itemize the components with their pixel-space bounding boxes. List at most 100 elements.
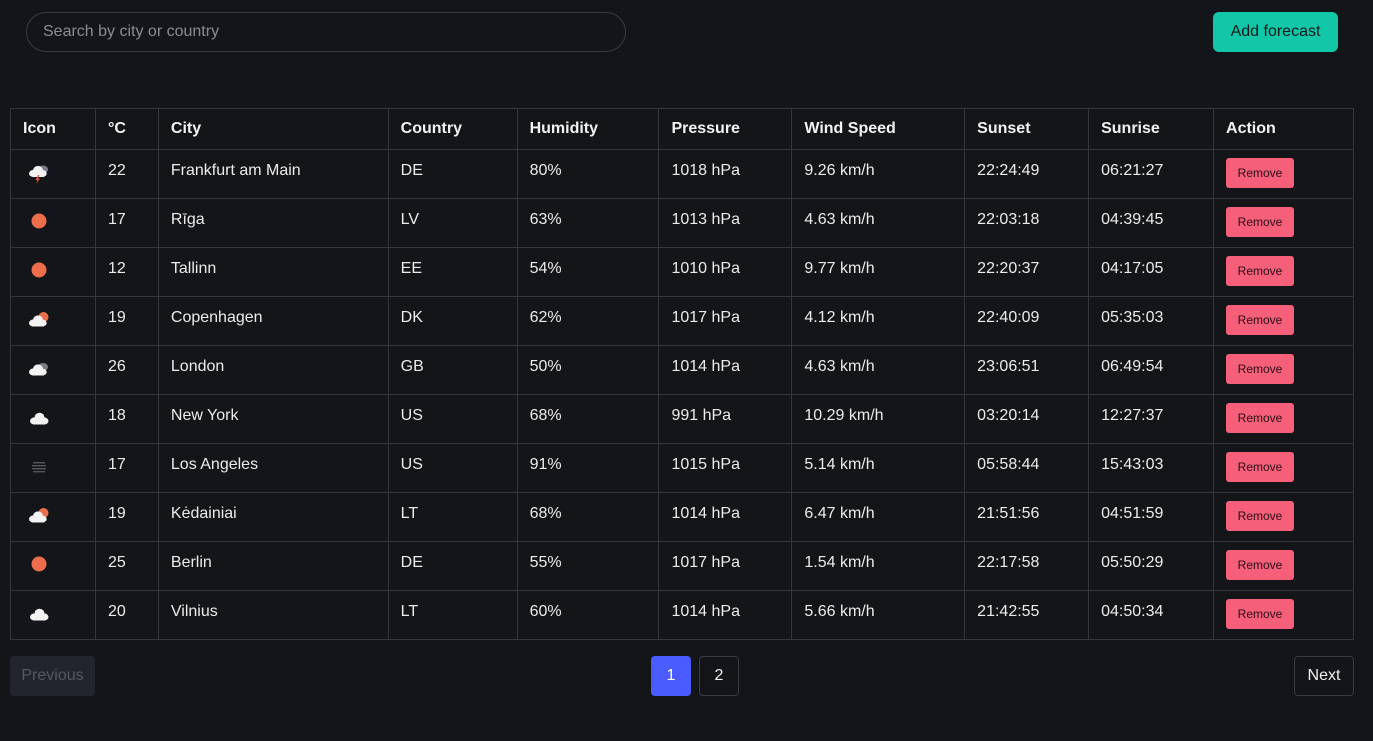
remove-button[interactable]: Remove <box>1226 158 1295 188</box>
humidity-cell: 54% <box>516 247 660 297</box>
temperature-cell: 25 <box>94 541 159 591</box>
partly-cloudy-icon <box>23 303 55 335</box>
sunset-cell: 22:03:18 <box>964 198 1090 248</box>
icon-cell <box>10 394 96 444</box>
column-header-wind-speed: Wind Speed <box>791 108 966 150</box>
remove-button[interactable]: Remove <box>1226 354 1295 384</box>
country-cell: LT <box>387 492 518 542</box>
remove-button[interactable]: Remove <box>1226 256 1295 286</box>
column-header-city: City <box>157 108 389 150</box>
icon-cell <box>10 198 96 248</box>
humidity-cell: 50% <box>516 345 660 395</box>
sunset-cell: 22:17:58 <box>964 541 1090 591</box>
wind-speed-cell: 9.26 km/h <box>791 149 966 199</box>
icon-cell <box>10 492 96 542</box>
remove-button[interactable]: Remove <box>1226 403 1295 433</box>
table-row: 17 Los Angeles US 91% 1015 hPa 5.14 km/h 05:58… <box>10 443 1354 493</box>
temperature-cell: 12 <box>94 247 159 297</box>
city-cell: Kėdainiai <box>157 492 389 542</box>
sunrise-cell: 06:21:27 <box>1088 149 1215 199</box>
temperature-cell: 19 <box>94 492 159 542</box>
temperature-cell: 26 <box>94 345 159 395</box>
sunset-cell: 21:51:56 <box>964 492 1090 542</box>
table-row: 17 Rīga LV 63% 1013 hPa 4.63 km/h 22:03:18 04:3… <box>10 198 1354 248</box>
country-cell: DE <box>387 149 518 199</box>
sunrise-cell: 05:35:03 <box>1088 296 1215 346</box>
remove-button[interactable]: Remove <box>1226 599 1295 629</box>
remove-button[interactable]: Remove <box>1226 305 1295 335</box>
country-cell: EE <box>387 247 518 297</box>
wind-speed-cell: 5.66 km/h <box>791 590 966 640</box>
action-cell: Remove <box>1213 492 1354 542</box>
add-forecast-button[interactable]: Add forecast <box>1213 12 1338 52</box>
previous-page-button[interactable]: Previous <box>10 656 95 696</box>
country-cell: US <box>387 394 518 444</box>
country-cell: LV <box>387 198 518 248</box>
table-row: 22 Frankfurt am Main DE 80% 1018 hPa 9.26 km/… <box>10 149 1354 199</box>
humidity-cell: 55% <box>516 541 660 591</box>
action-cell: Remove <box>1213 198 1354 248</box>
remove-button[interactable]: Remove <box>1226 452 1295 482</box>
table-row: 18 New York US 68% 991 hPa 10.29 km/h 03:20:14… <box>10 394 1354 444</box>
wind-speed-cell: 4.63 km/h <box>791 345 966 395</box>
table-row: 20 Vilnius LT 60% 1014 hPa 5.66 km/h 21:42:55 0… <box>10 590 1354 640</box>
page-1-button[interactable]: 1 <box>651 656 691 696</box>
humidity-cell: 68% <box>516 394 660 444</box>
city-cell: Rīga <box>157 198 389 248</box>
pressure-cell: 1014 hPa <box>658 590 793 640</box>
temperature-cell: 20 <box>94 590 159 640</box>
sun-icon <box>23 254 55 286</box>
pressure-cell: 1014 hPa <box>658 345 793 395</box>
wind-speed-cell: 5.14 km/h <box>791 443 966 493</box>
column-header-humidity: Humidity <box>516 108 660 150</box>
action-cell: Remove <box>1213 247 1354 297</box>
remove-button[interactable]: Remove <box>1226 501 1295 531</box>
city-cell: New York <box>157 394 389 444</box>
city-cell: Los Angeles <box>157 443 389 493</box>
table-row: 26 London GB 50% 1014 hPa 4.63 km/h 23:06:51 06… <box>10 345 1354 395</box>
thunderstorm-icon <box>23 156 55 188</box>
city-cell: Copenhagen <box>157 296 389 346</box>
country-cell: DE <box>387 541 518 591</box>
humidity-cell: 63% <box>516 198 660 248</box>
action-cell: Remove <box>1213 345 1354 395</box>
temperature-cell: 17 <box>94 443 159 493</box>
mist-icon <box>23 450 55 482</box>
next-page-button[interactable]: Next <box>1294 656 1354 696</box>
pressure-cell: 1013 hPa <box>658 198 793 248</box>
wind-speed-cell: 9.77 km/h <box>791 247 966 297</box>
icon-cell <box>10 345 96 395</box>
remove-button[interactable]: Remove <box>1226 207 1295 237</box>
city-cell: London <box>157 345 389 395</box>
pressure-cell: 1014 hPa <box>658 492 793 542</box>
wind-speed-cell: 10.29 km/h <box>791 394 966 444</box>
wind-speed-cell: 4.12 km/h <box>791 296 966 346</box>
remove-button[interactable]: Remove <box>1226 550 1295 580</box>
column-header-icon: Icon <box>10 108 96 150</box>
column-header-sunset: Sunset <box>964 108 1090 150</box>
forecast-table: Icon °C City Country Humidity Pressure W… <box>10 108 1354 640</box>
sunset-cell: 21:42:55 <box>964 590 1090 640</box>
city-cell: Frankfurt am Main <box>157 149 389 199</box>
table-header-row: Icon °C City Country Humidity Pressure W… <box>10 108 1354 150</box>
country-cell: LT <box>387 590 518 640</box>
country-cell: GB <box>387 345 518 395</box>
action-cell: Remove <box>1213 590 1354 640</box>
action-cell: Remove <box>1213 541 1354 591</box>
humidity-cell: 60% <box>516 590 660 640</box>
action-cell: Remove <box>1213 394 1354 444</box>
temperature-cell: 22 <box>94 149 159 199</box>
temperature-cell: 18 <box>94 394 159 444</box>
column-header-temperature: °C <box>94 108 159 150</box>
sunset-cell: 22:24:49 <box>964 149 1090 199</box>
cloud-icon <box>23 401 55 433</box>
sunrise-cell: 04:39:45 <box>1088 198 1215 248</box>
search-input[interactable] <box>26 12 626 52</box>
humidity-cell: 62% <box>516 296 660 346</box>
city-cell: Berlin <box>157 541 389 591</box>
icon-cell <box>10 590 96 640</box>
page-2-button[interactable]: 2 <box>699 656 739 696</box>
sunset-cell: 05:58:44 <box>964 443 1090 493</box>
humidity-cell: 91% <box>516 443 660 493</box>
pressure-cell: 1017 hPa <box>658 541 793 591</box>
